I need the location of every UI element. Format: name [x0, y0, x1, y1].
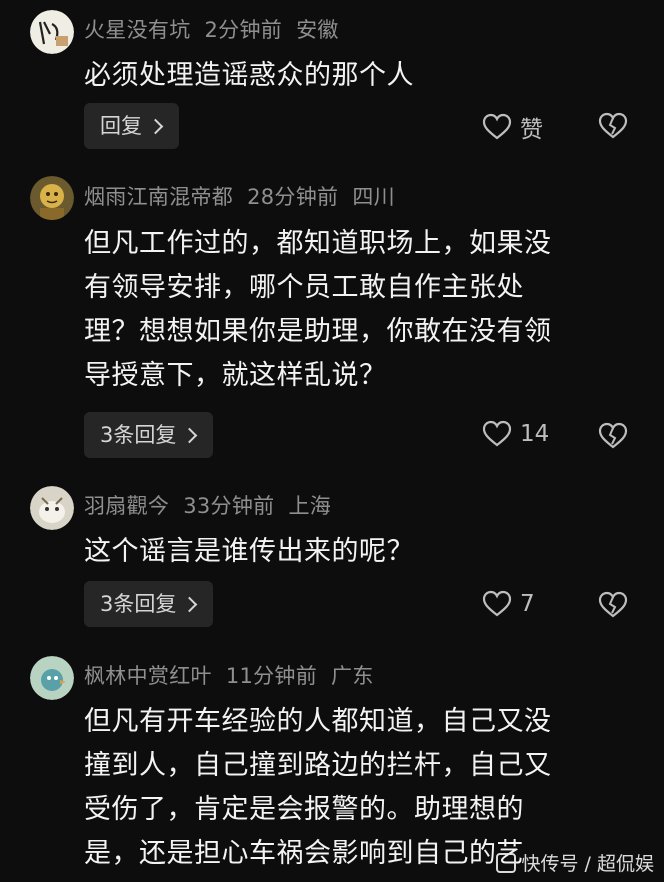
like-button[interactable]: 7: [482, 590, 535, 618]
reply-label: 回复: [100, 114, 142, 138]
comment-line: 但凡有开车经验的人都知道，自己又没: [84, 706, 552, 737]
comment-line: 理？想想如果你是助理，你敢在没有领: [84, 316, 552, 347]
like-count: 14: [520, 421, 550, 447]
location: 广东: [331, 664, 374, 688]
chevron-right-icon: [182, 596, 198, 612]
timestamp: 11分钟前: [225, 664, 318, 688]
dislike-button[interactable]: [598, 422, 628, 450]
username[interactable]: 烟雨江南混帝都: [84, 185, 233, 209]
location: 安徽: [296, 18, 339, 42]
reply-button[interactable]: 3条回复: [84, 412, 214, 458]
chevron-right-icon: [182, 427, 198, 443]
comment-line: 撞到人，自己撞到路边的拦杆，自己又: [84, 750, 552, 781]
comment-text: 这个谣言是谁传出来的呢？: [84, 530, 644, 574]
dislike-button[interactable]: [598, 112, 628, 140]
comment-text: 必须处理造谣惑众的那个人: [84, 54, 644, 98]
reply-label: 3条回复: [100, 592, 177, 616]
comment-line: 受伤了，肯定是会报警的。助理想的: [84, 794, 524, 825]
timestamp: 28分钟前: [247, 185, 339, 209]
chevron-right-icon: [147, 118, 164, 134]
username[interactable]: 枫林中赏红叶: [84, 664, 212, 688]
avatar[interactable]: [30, 486, 74, 530]
reply-button[interactable]: 回复: [84, 103, 179, 149]
avatar[interactable]: [30, 176, 74, 220]
reply-label: 3条回复: [100, 423, 177, 447]
watermark: 快传号 / 超侃娱: [495, 849, 654, 876]
like-button[interactable]: 14: [482, 420, 549, 448]
comment-text: 但凡工作过的，都知道职场上，如果没 有领导安排，哪个员工敢自作主张处 理？想想如…: [84, 222, 644, 398]
comment-line: 必须处理造谣惑众的那个人: [84, 60, 414, 91]
heart-outline-icon: [482, 590, 512, 618]
location: 四川: [352, 185, 395, 209]
like-button[interactable]: 赞: [482, 110, 543, 144]
comment-meta: 火星没有坑 2分钟前 安徽: [84, 14, 353, 44]
location: 上海: [288, 494, 332, 518]
like-count: 7: [520, 591, 535, 617]
watermark-logo-icon: [495, 852, 516, 873]
broken-heart-icon: [598, 422, 628, 450]
username[interactable]: 羽扇觀今: [84, 494, 169, 518]
like-label: 赞: [520, 117, 543, 143]
broken-heart-icon: [598, 591, 628, 619]
comment-line: 这个谣言是谁传出来的呢？: [84, 536, 414, 567]
timestamp: 2分钟前: [204, 18, 283, 42]
comment-line: 但凡工作过的，都知道职场上，如果没: [84, 228, 552, 259]
username[interactable]: 火星没有坑: [84, 18, 191, 42]
dislike-button[interactable]: [598, 591, 628, 619]
heart-outline-icon: [482, 420, 512, 448]
timestamp: 33分钟前: [183, 494, 275, 518]
heart-outline-icon: [482, 113, 512, 141]
avatar[interactable]: [30, 10, 74, 54]
comment-meta: 羽扇觀今 33分钟前 上海: [84, 490, 345, 520]
broken-heart-icon: [598, 112, 628, 140]
avatar[interactable]: [30, 656, 74, 700]
comment-line: 导授意下，就这样乱说？: [84, 360, 387, 391]
reply-button[interactable]: 3条回复: [84, 581, 214, 627]
comment-line: 有领导安排，哪个员工敢自作主张处: [84, 272, 524, 303]
comment-meta: 枫林中赏红叶 11分钟前 广东: [84, 660, 388, 690]
comment-meta: 烟雨江南混帝都 28分钟前 四川: [84, 181, 409, 211]
watermark-text: 快传号 / 超侃娱: [521, 853, 654, 875]
